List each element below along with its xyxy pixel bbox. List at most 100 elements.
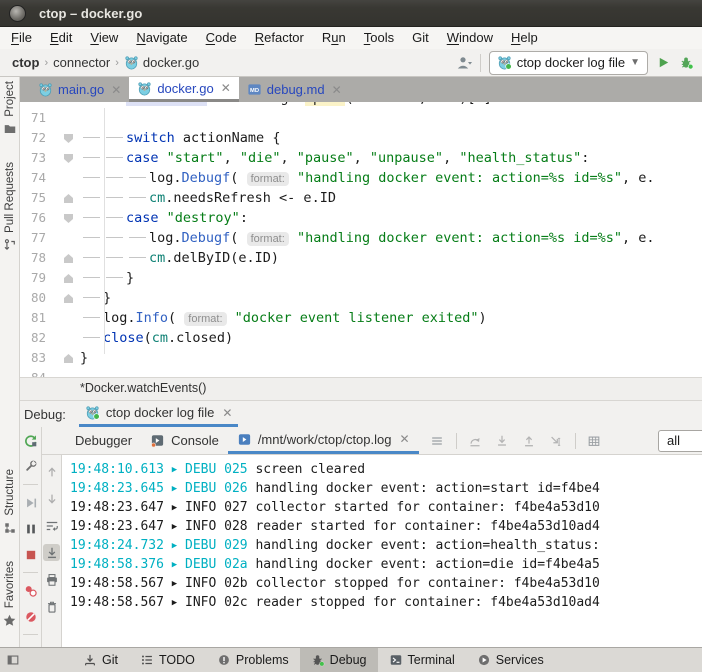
svg-text:MD: MD [250,88,259,94]
debug-session-tab[interactable]: ctop docker log file ✕ [79,401,238,427]
menu-item-git[interactable]: Git [403,27,438,49]
sidebar-item-favorites[interactable]: Favorites [2,561,17,628]
log-filter-select[interactable]: all [658,430,702,452]
print-button[interactable] [43,571,60,588]
close-icon[interactable]: ✕ [330,84,342,96]
menu-item-edit[interactable]: Edit [41,27,81,49]
breadcrumb-package[interactable]: connector [53,55,110,70]
code-line[interactable]: 80} [20,288,702,308]
breadcrumb: ctop › connector › docker.go [12,55,199,70]
code-line[interactable]: 82close(cm.closed) [20,328,702,348]
code-line[interactable]: 74log.Debugf( format: "handling docker e… [20,168,702,188]
rerun-button[interactable] [22,432,39,449]
debug-tab--mnt-work-ctop-ctop-log[interactable]: /mnt/work/ctop/ctop.log✕ [228,427,419,454]
menu-item-code[interactable]: Code [197,27,246,49]
run-configuration-select[interactable]: ctop docker log file ▼ [489,51,648,75]
close-icon[interactable]: ✕ [109,84,121,96]
code-line[interactable]: 72switch actionName { [20,128,702,148]
view-breakpoints-button[interactable] [22,582,39,599]
menu-item-view[interactable]: View [81,27,127,49]
code-editor[interactable]: actionName := strings.Split(e.Action, ":… [20,102,702,377]
code-token: } [126,270,134,286]
code-line[interactable]: 83} [20,348,702,368]
move-down-icon[interactable] [494,432,511,449]
pause-button[interactable] [22,520,39,537]
code-token: } [80,350,88,366]
code-line[interactable]: 76case "destroy": [20,208,702,228]
debug-button[interactable] [679,55,694,70]
code-line[interactable]: 71 [20,108,702,128]
fold-marker-icon[interactable] [64,154,73,163]
sidebar-item-project[interactable]: Project [3,81,17,136]
close-icon[interactable]: ✕ [220,407,232,419]
stripe-label: Favorites [4,561,16,608]
debug-tab-console[interactable]: Console [141,427,228,454]
menu-item-navigate[interactable]: Navigate [127,27,196,49]
statusbar-item-label: Services [496,653,544,667]
menu-item-help[interactable]: Help [502,27,547,49]
menu-item-refactor[interactable]: Refactor [246,27,313,49]
jump-to-caret-icon[interactable] [548,432,565,449]
sidebar-item-structure[interactable]: Structure [3,469,17,535]
statusbar-item-services[interactable]: Services [466,648,555,672]
close-icon[interactable]: ✕ [219,82,231,94]
statusbar-item-terminal[interactable]: Terminal [378,648,466,672]
code-line[interactable]: 78cm.delByID(e.ID) [20,248,702,268]
soft-wrap-toggle[interactable] [43,517,60,534]
editor-tab-debug.md[interactable]: MDdebug.md✕ [239,77,350,102]
fold-marker-icon[interactable] [64,294,73,303]
next-occurrence-button[interactable] [43,490,60,507]
resume-button[interactable] [22,494,39,511]
fold-marker-icon[interactable] [64,354,73,363]
fold-marker-icon[interactable] [64,274,73,283]
options-menu-icon[interactable] [429,432,446,449]
breadcrumb-file[interactable]: docker.go [143,55,199,70]
stop-button[interactable] [22,546,39,563]
code-token: "unpause" [370,150,443,166]
toolwindow-corner-icon[interactable] [0,648,26,672]
fold-marker-icon[interactable] [64,214,73,223]
code-token [227,310,235,326]
code-line[interactable]: 75cm.needsRefresh <- e.ID [20,188,702,208]
code-line[interactable]: actionName := strings.Split(e.Action, ":… [20,102,702,108]
code-line[interactable]: 73case "start", "die", "pause", "unpause… [20,148,702,168]
statusbar-item-problems[interactable]: Problems [206,648,300,672]
fold-marker-icon[interactable] [64,254,73,263]
menu-item-file[interactable]: File [2,27,41,49]
statusbar-item-debug[interactable]: Debug [300,648,378,672]
go-file-icon [38,82,53,97]
fold-marker-icon[interactable] [64,134,73,143]
jump-to-previous-icon[interactable] [467,432,484,449]
close-icon[interactable]: ✕ [397,433,409,445]
menu-item-run[interactable]: Run [313,27,355,49]
statusbar-item-git[interactable]: Git [72,648,129,672]
log-console[interactable]: 19:48:10.613 ▶ DEBU 025 screen cleared19… [62,455,702,647]
menu-item-tools[interactable]: Tools [355,27,403,49]
code-line[interactable]: 84 [20,368,702,377]
code-line[interactable]: 81log.Info( format: "docker event listen… [20,308,702,328]
fold-marker-icon[interactable] [64,194,73,203]
tab-whitespace-mark [103,128,126,148]
context-function-label[interactable]: *Docker.watchEvents() [80,381,206,395]
prev-occurrence-button[interactable] [43,463,60,480]
settings-wrench-icon[interactable] [22,458,39,475]
sidebar-item-pull-requests[interactable]: Pull Requests [3,162,17,252]
breadcrumb-separator: › [43,57,49,69]
editor-tab-main.go[interactable]: main.go✕ [30,77,129,102]
scroll-to-end-toggle[interactable] [43,544,60,561]
breadcrumb-project[interactable]: ctop [12,55,39,70]
mute-breakpoints-button[interactable] [22,608,39,625]
window-menu-button[interactable] [9,5,26,22]
console-tab-icon [150,433,165,448]
vcs-user-icon[interactable] [456,55,472,71]
code-line[interactable]: 79} [20,268,702,288]
debug-tab-debugger[interactable]: Debugger [66,427,141,454]
clear-console-button[interactable] [43,598,60,615]
code-line[interactable]: 77log.Debugf( format: "handling docker e… [20,228,702,248]
move-up-icon[interactable] [521,432,538,449]
run-button[interactable] [656,55,671,70]
menu-item-window[interactable]: Window [438,27,502,49]
layout-grid-icon[interactable] [586,432,603,449]
statusbar-item-todo[interactable]: TODO [129,648,206,672]
editor-tab-docker.go[interactable]: docker.go✕ [129,77,238,102]
